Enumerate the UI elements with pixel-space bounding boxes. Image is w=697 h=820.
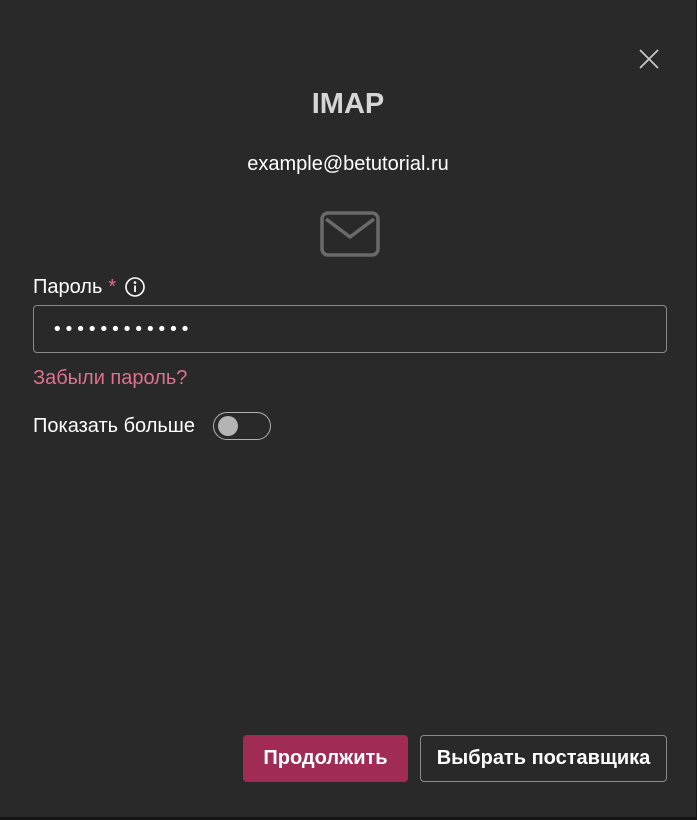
password-label: Пароль [33, 276, 103, 298]
password-label-row: Пароль * [33, 272, 146, 302]
choose-provider-button[interactable]: Выбрать поставщика [420, 735, 667, 782]
password-input[interactable] [33, 305, 667, 353]
info-icon[interactable] [124, 276, 146, 298]
show-more-label: Показать больше [33, 414, 195, 437]
dialog-title: IMAP [311, 88, 385, 120]
show-more-row: Показать больше [33, 410, 271, 442]
show-more-toggle[interactable] [212, 412, 271, 440]
close-button[interactable] [632, 42, 666, 76]
close-icon [639, 49, 659, 69]
required-mark: * [108, 276, 117, 298]
imap-dialog: IMAP example@betutorial.ru Пароль * Забы… [0, 0, 696, 817]
continue-button[interactable]: Продолжить [243, 735, 408, 782]
forgot-password-link[interactable]: Забыли пароль? [33, 364, 187, 392]
envelope-icon [320, 211, 380, 257]
account-email: example@betutorial.ru [247, 153, 449, 175]
toggle-knob [217, 416, 238, 436]
